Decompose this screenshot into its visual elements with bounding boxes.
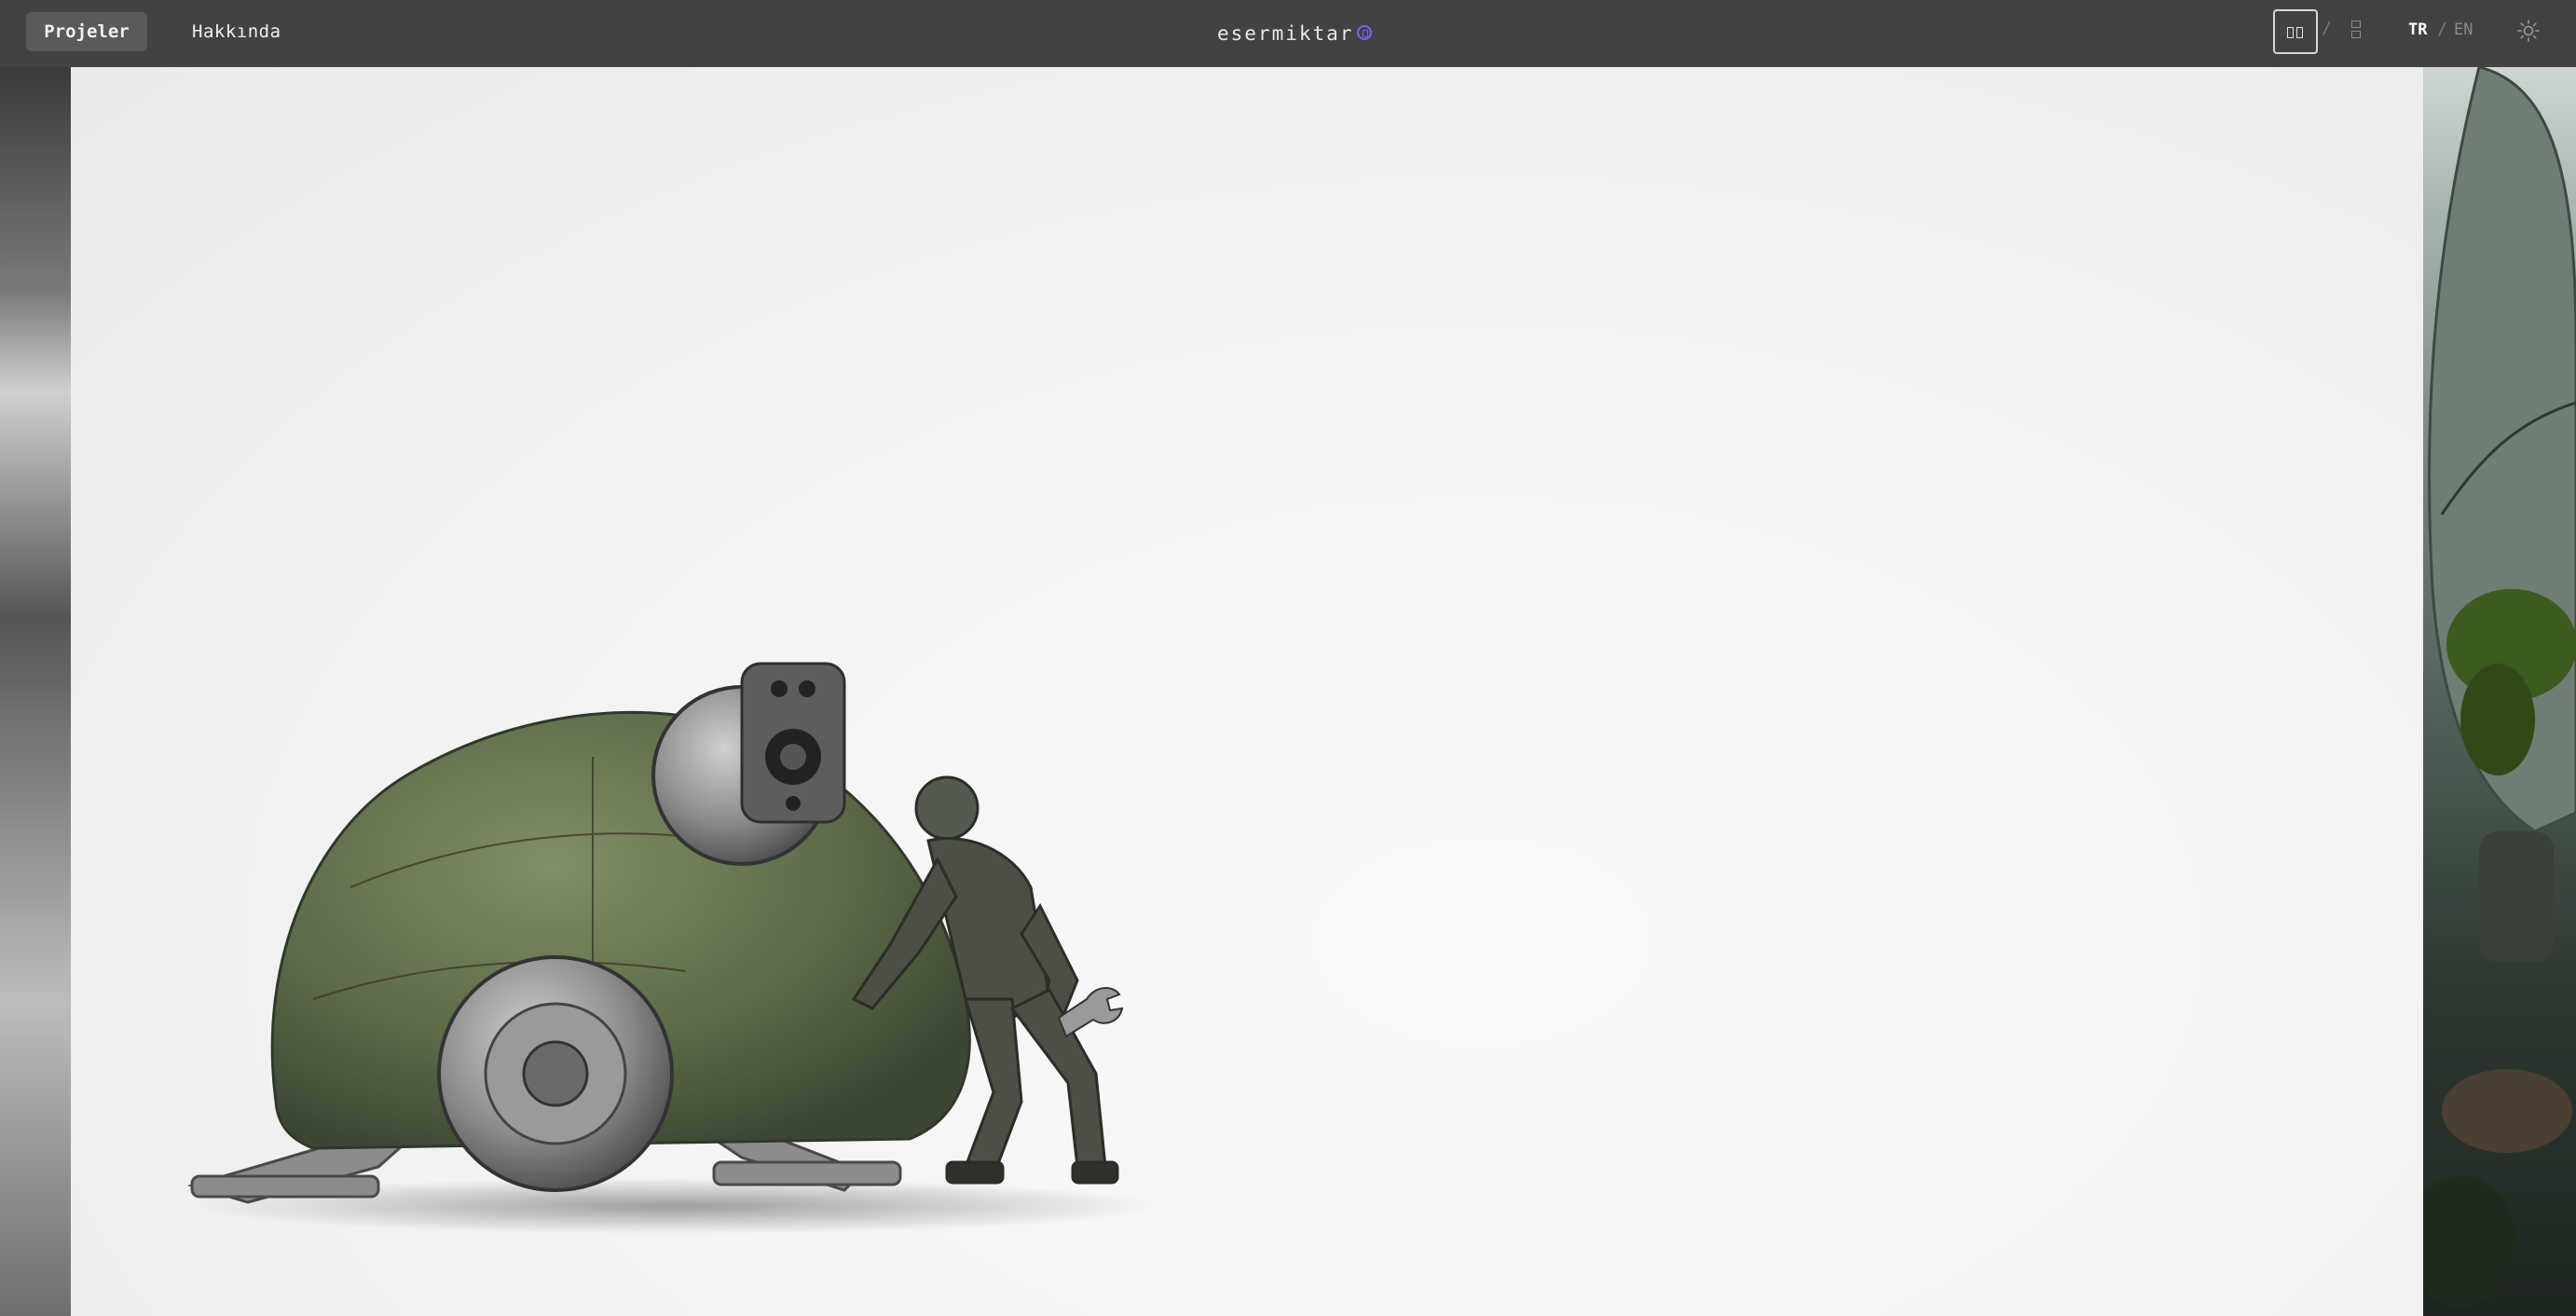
language-tr-button[interactable]: TR — [2408, 21, 2427, 39]
mossy-robot-closeup — [2423, 67, 2576, 1307]
view-separator: / — [2322, 19, 2332, 38]
brand-name: esermiktar — [1217, 22, 1354, 45]
language-separator: / — [2437, 20, 2447, 39]
top-bar: Projeler Hakkında esermiktar / TR / EN — [0, 0, 2576, 67]
previous-slide-image[interactable] — [0, 67, 71, 1316]
sun-icon — [2517, 20, 2540, 42]
theme-toggle-button[interactable] — [2516, 19, 2541, 43]
next-slide-image[interactable] — [2423, 67, 2576, 1316]
nav-projects-button[interactable]: Projeler — [26, 12, 147, 51]
list-view-button[interactable] — [2343, 15, 2369, 48]
current-slide-image[interactable] — [71, 67, 2423, 1316]
nav-about-button[interactable]: Hakkında — [171, 12, 302, 51]
robot-illustration — [186, 662, 1161, 1234]
grid-view-button[interactable] — [2273, 9, 2318, 54]
brand-mark-icon — [1357, 25, 1373, 40]
language-en-button[interactable]: EN — [2454, 21, 2473, 39]
grid-view-icon — [2287, 27, 2304, 38]
list-view-icon — [2351, 21, 2361, 28]
brand-logo[interactable]: esermiktar — [1217, 18, 1373, 49]
